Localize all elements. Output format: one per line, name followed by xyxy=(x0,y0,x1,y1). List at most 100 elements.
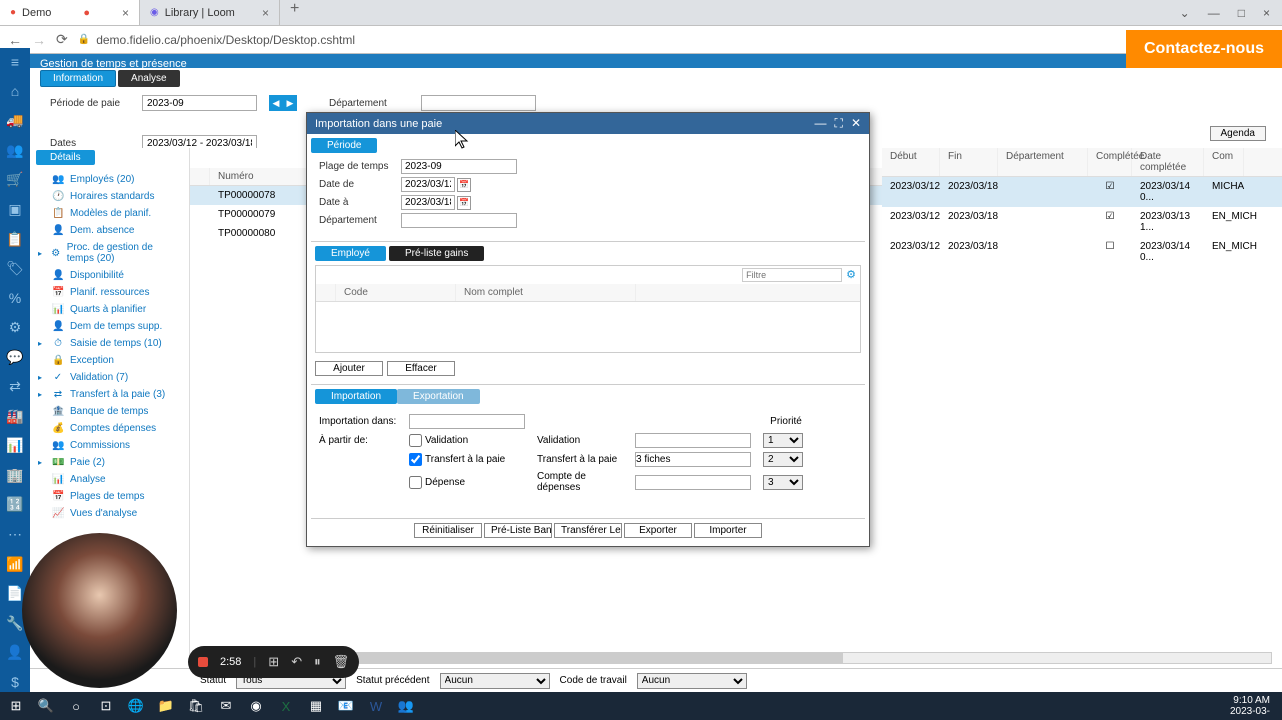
start-icon[interactable]: ⊞ xyxy=(4,694,28,718)
chat-icon[interactable]: 💬 xyxy=(5,347,25,367)
browser-tab-loom[interactable]: ◉ Library | Loom × xyxy=(140,0,280,25)
taskview-icon[interactable]: ⊡ xyxy=(94,694,118,718)
home-icon[interactable]: ⌂ xyxy=(5,82,25,102)
nav-item[interactable]: ▸✓Validation (7) xyxy=(30,369,189,386)
col-completee[interactable]: Complétée xyxy=(1088,148,1132,176)
users-icon[interactable]: 👥 xyxy=(5,141,25,161)
trash-icon[interactable]: 🗑 xyxy=(333,654,350,670)
excel-icon[interactable]: X xyxy=(274,694,298,718)
search-icon[interactable]: 🔍 xyxy=(34,694,58,718)
table-row[interactable]: 2023/03/122023/03/18☐2023/03/14 0...EN_M… xyxy=(882,237,1282,267)
chevron-down-icon[interactable]: ⌄ xyxy=(1180,6,1190,20)
app-icon[interactable]: ▦ xyxy=(304,694,328,718)
close-icon[interactable]: × xyxy=(262,6,269,20)
ajouter-button[interactable]: Ajouter xyxy=(315,361,383,376)
nav-item[interactable]: ▸⏱Saisie de temps (10) xyxy=(30,335,189,352)
mail-icon[interactable]: ✉ xyxy=(214,694,238,718)
transferer-button[interactable]: Transférer Les Sa xyxy=(554,523,622,538)
close-icon[interactable]: ✕ xyxy=(851,116,861,131)
col-date-completee[interactable]: Date complétée xyxy=(1132,148,1204,176)
transfert-lookup[interactable] xyxy=(635,452,751,467)
transfert-checkbox[interactable]: Transfert à la paie xyxy=(409,453,529,466)
pause-icon[interactable]: ⏸ xyxy=(314,654,321,670)
grid-icon[interactable]: ⊞ xyxy=(268,654,279,670)
minimize-icon[interactable]: — xyxy=(815,116,827,131)
preliste-banque-button[interactable]: Pré-Liste Banque xyxy=(484,523,552,538)
nav-item[interactable]: 💰Comptes dépenses xyxy=(30,420,189,437)
validation-lookup[interactable] xyxy=(635,433,751,448)
col-com[interactable]: Com xyxy=(1204,148,1244,176)
nav-item[interactable]: 👤Dem. absence xyxy=(30,222,189,239)
table-row[interactable]: 2023/03/122023/03/18☑2023/03/14 0...MICH… xyxy=(882,177,1282,207)
nav-item[interactable]: ▸💵Paie (2) xyxy=(30,454,189,471)
nav-item[interactable]: ▸⚙Proc. de gestion de temps (20) xyxy=(30,239,189,267)
chrome-icon[interactable]: ◉ xyxy=(244,694,268,718)
nav-item[interactable]: 📊Analyse xyxy=(30,471,189,488)
record-icon[interactable] xyxy=(198,657,208,667)
nav-item[interactable]: 🔒Exception xyxy=(30,352,189,369)
outlook-icon[interactable]: 📧 xyxy=(334,694,358,718)
validation-checkbox[interactable]: Validation xyxy=(409,434,529,447)
explorer-icon[interactable]: 📁 xyxy=(154,694,178,718)
nav-item[interactable]: 👤Disponibilité xyxy=(30,267,189,284)
loom-camera-bubble[interactable] xyxy=(22,533,177,688)
calendar-icon[interactable]: 📅 xyxy=(457,178,471,192)
nav-item[interactable]: 📋Modèles de planif. xyxy=(30,205,189,222)
prev-icon[interactable]: ◀ xyxy=(269,95,283,111)
calc-icon[interactable]: 🔢 xyxy=(5,495,25,515)
system-clock[interactable]: 9:10 AM 2023-03- xyxy=(1222,695,1278,717)
user-icon[interactable]: 👤 xyxy=(5,643,25,663)
menu-icon[interactable]: ≡ xyxy=(5,52,25,72)
edge-icon[interactable]: 🌐 xyxy=(124,694,148,718)
calendar-icon[interactable]: 📅 xyxy=(457,196,471,210)
nav-item[interactable]: 📊Quarts à planifier xyxy=(30,301,189,318)
minimize-icon[interactable]: — xyxy=(1208,6,1220,20)
tab-employe[interactable]: Employé xyxy=(315,246,386,261)
depense-checkbox[interactable]: Dépense xyxy=(409,476,529,489)
maximize-icon[interactable]: □ xyxy=(1238,6,1245,20)
reinitialiser-button[interactable]: Réinitialiser xyxy=(414,523,482,538)
horizontal-scrollbar[interactable] xyxy=(200,652,1272,664)
date-a-input[interactable] xyxy=(401,195,455,210)
dept-input[interactable] xyxy=(421,95,536,111)
tab-periode[interactable]: Période xyxy=(311,138,377,153)
prio-1-select[interactable]: 1 xyxy=(763,433,803,448)
teams-icon[interactable]: 👥 xyxy=(394,694,418,718)
new-tab-button[interactable]: + xyxy=(280,0,309,25)
maximize-icon[interactable]: ⛶ xyxy=(835,116,843,131)
nav-item[interactable]: ▸⇄Transfert à la paie (3) xyxy=(30,386,189,403)
statut-prev-select[interactable]: Aucun xyxy=(440,673,550,689)
nav-item[interactable]: 👥Employés (20) xyxy=(30,171,189,188)
prio-2-select[interactable]: 2 xyxy=(763,452,803,467)
col-fin[interactable]: Fin xyxy=(940,148,998,176)
percent-icon[interactable]: % xyxy=(5,288,25,308)
nav-item[interactable]: 📈Vues d'analyse xyxy=(30,505,189,522)
store-icon[interactable]: 🛍 xyxy=(184,694,208,718)
date-de-input[interactable] xyxy=(401,177,455,192)
factory-icon[interactable]: 🏭 xyxy=(5,407,25,427)
tab-preliste[interactable]: Pré-liste gains xyxy=(389,246,484,261)
modal-titlebar[interactable]: Importation dans une paie — ⛶ ✕ xyxy=(307,113,869,134)
col-nom[interactable]: Nom complet xyxy=(456,284,636,301)
exporter-button[interactable]: Exporter xyxy=(624,523,692,538)
nav-item[interactable]: 👤Dem de temps supp. xyxy=(30,318,189,335)
contact-us-button[interactable]: Contactez-nous xyxy=(1126,30,1282,68)
col-debut[interactable]: Début xyxy=(882,148,940,176)
filter-input[interactable] xyxy=(742,268,842,282)
dollar-icon[interactable]: $ xyxy=(5,672,25,692)
undo-icon[interactable]: ↶ xyxy=(291,654,302,670)
word-icon[interactable]: W xyxy=(364,694,388,718)
bars-icon[interactable]: 📶 xyxy=(5,554,25,574)
tag-icon[interactable]: 🏷 xyxy=(5,259,25,279)
prio-3-select[interactable]: 3 xyxy=(763,475,803,490)
forward-icon[interactable]: → xyxy=(32,32,46,48)
periode-input[interactable] xyxy=(142,95,257,111)
cart-icon[interactable]: 🛒 xyxy=(5,170,25,190)
tab-information[interactable]: Information xyxy=(40,70,116,87)
gear-icon[interactable]: ⚙ xyxy=(5,318,25,338)
code-select[interactable]: Aucun xyxy=(637,673,747,689)
reload-icon[interactable]: ⟳ xyxy=(56,31,68,48)
tab-importation[interactable]: Importation xyxy=(315,389,397,404)
tab-analyse[interactable]: Analyse xyxy=(118,70,180,87)
cortana-icon[interactable]: ○ xyxy=(64,694,88,718)
